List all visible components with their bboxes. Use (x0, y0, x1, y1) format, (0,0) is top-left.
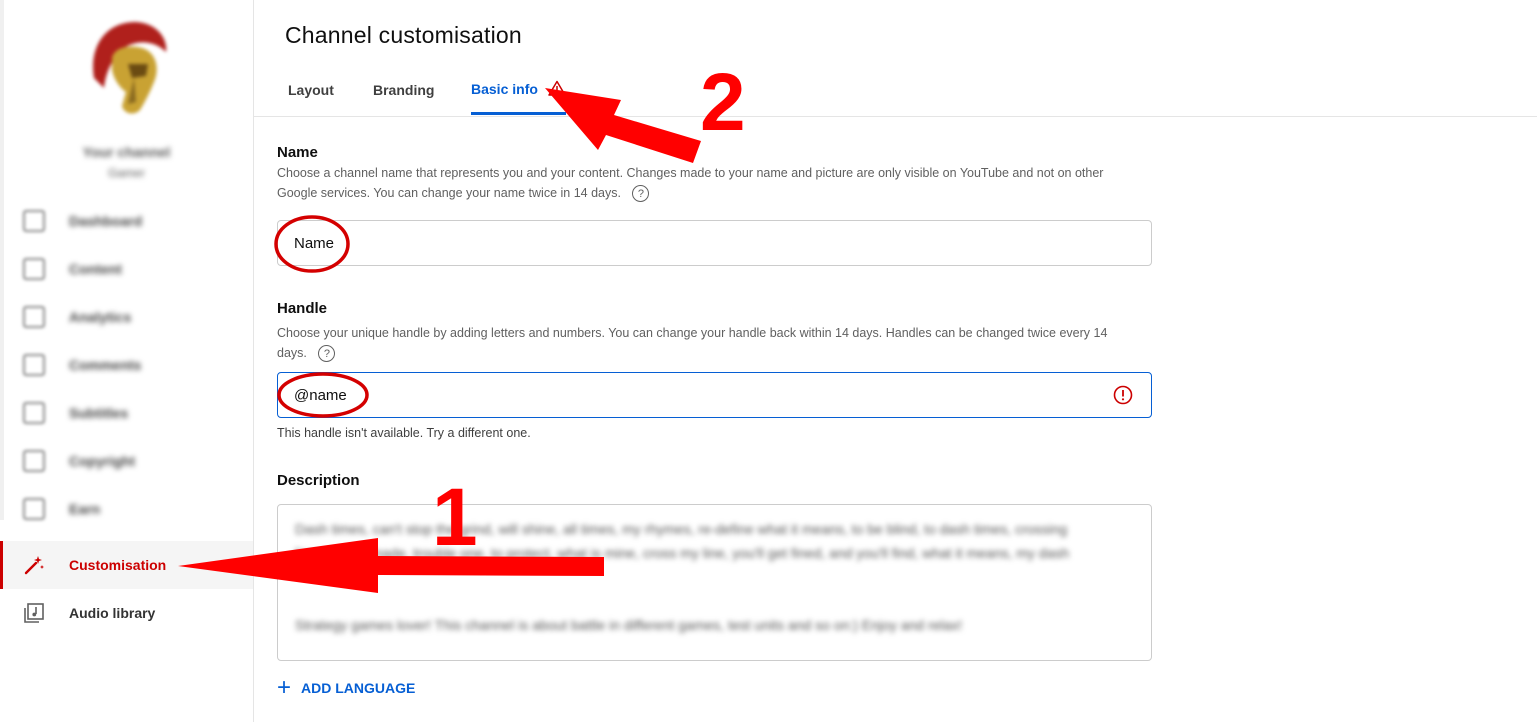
sidebar-item-audio-library[interactable]: Audio library (0, 589, 253, 637)
name-label: Name (277, 144, 318, 161)
audio-library-icon (22, 601, 46, 625)
sidebar-item-label: Subtitles (69, 405, 129, 421)
sidebar-item-label: Dashboard (69, 213, 143, 229)
comments-icon (22, 353, 46, 377)
sidebar-item-earn[interactable]: Earn (0, 485, 253, 533)
sidebar-item-comments[interactable]: Comments (0, 341, 253, 389)
handle-helper-line1: Choose your unique handle by adding lett… (277, 326, 1108, 340)
name-field[interactable] (277, 220, 1152, 266)
tab-layout[interactable]: Layout (288, 66, 334, 114)
sidebar-item-label: Content (69, 261, 122, 277)
error-icon (1113, 385, 1133, 405)
sidebar-item-label: Audio library (69, 605, 156, 621)
content-icon (22, 257, 46, 281)
sidebar-item-label: Earn (69, 501, 101, 517)
handle-input[interactable] (294, 373, 1094, 417)
sidebar-item-label: Analytics (69, 309, 132, 325)
add-language-label: ADD LANGUAGE (301, 680, 416, 696)
tab-bar: Layout Branding Basic info (254, 66, 1537, 117)
main-content: Channel customisation Layout Branding Ba… (254, 0, 1537, 722)
tab-label: Basic info (471, 81, 538, 97)
help-icon[interactable]: ? (632, 185, 650, 203)
tab-label: Branding (373, 82, 435, 98)
sidebar-item-customisation[interactable]: Customisation (0, 541, 253, 589)
channel-name: Your channel (82, 144, 171, 160)
dashboard-icon (22, 209, 46, 233)
magic-wand-icon (22, 553, 46, 577)
warning-icon (548, 80, 566, 99)
plus-icon: + (277, 674, 292, 701)
copyright-icon (22, 449, 46, 473)
name-helper-line1: Choose a channel name that represents yo… (277, 166, 1104, 180)
description-line: lines, never made, trouble one, to prote… (295, 545, 1070, 561)
name-input[interactable] (294, 221, 1094, 265)
channel-avatar[interactable] (84, 18, 170, 122)
sidebar-item-dashboard[interactable]: Dashboard (0, 197, 253, 245)
handle-field[interactable] (277, 372, 1152, 418)
subtitles-icon (22, 401, 46, 425)
analytics-icon (22, 305, 46, 329)
sidebar-item-analytics[interactable]: Analytics (0, 293, 253, 341)
sidebar-item-copyright[interactable]: Copyright (0, 437, 253, 485)
description-line: Strategy games lover! This channel is ab… (295, 617, 963, 633)
tab-label: Layout (288, 82, 334, 98)
sidebar-item-label: Customisation (69, 557, 167, 573)
description-textarea[interactable]: Dash times, can't stop the grind, will s… (277, 504, 1152, 661)
handle-helper-text: Choose your unique handle by adding lett… (277, 323, 1147, 363)
channel-subtitle: Gamer (108, 166, 145, 180)
name-helper-text: Choose a channel name that represents yo… (277, 163, 1147, 203)
page-title: Channel customisation (285, 22, 522, 48)
sidebar-item-content[interactable]: Content (0, 245, 253, 293)
description-label: Description (277, 472, 360, 489)
tab-branding[interactable]: Branding (373, 66, 434, 114)
description-line: Dash times, can't stop the grind, will s… (295, 521, 1068, 537)
sidebar-item-label: Copyright (69, 453, 136, 469)
handle-helper-line2: days. (277, 346, 307, 360)
help-icon[interactable]: ? (318, 345, 336, 363)
sidebar-item-subtitles[interactable]: Subtitles (0, 389, 253, 437)
sidebar: Your channel Gamer Dashboard Content Ana… (0, 0, 254, 722)
earn-icon (22, 497, 46, 521)
name-helper-line2: Google services. You can change your nam… (277, 186, 621, 200)
sidebar-item-label: Comments (69, 357, 142, 373)
tab-basic-info[interactable]: Basic info (471, 66, 566, 115)
handle-error-message: This handle isn't available. Try a diffe… (277, 426, 531, 440)
add-language-button[interactable]: + ADD LANGUAGE (277, 676, 415, 700)
handle-label: Handle (277, 300, 328, 317)
